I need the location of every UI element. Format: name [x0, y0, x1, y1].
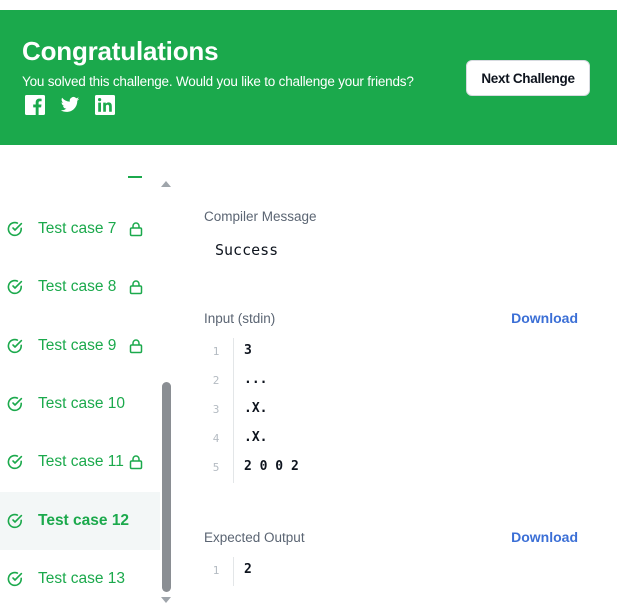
input-code-block: 1 3 2... 3 .X. 4 .X. 5 2 0 0 2: [205, 338, 575, 483]
next-challenge-button[interactable]: Next Challenge: [466, 60, 590, 96]
line-number: 4: [212, 432, 220, 445]
line-number: 1: [212, 345, 220, 358]
code-line: 5 2 0 0 2: [205, 454, 575, 483]
lock-icon: [129, 455, 143, 470]
banner-subtitle: You solved this challenge. Would you lik…: [22, 74, 414, 89]
code-line: 4 .X.: [205, 425, 575, 454]
check-circle-icon: [7, 280, 23, 295]
line-text: ...: [244, 372, 268, 387]
test-case-label: Test case 10: [38, 394, 126, 412]
banner-title: Congratulations: [22, 36, 219, 66]
sidebar-scrollbar-thumb[interactable]: [162, 382, 171, 592]
test-case-item[interactable]: Test case 12: [0, 491, 160, 550]
check-circle-icon: [7, 396, 23, 412]
scroll-down-arrow-icon[interactable]: [161, 597, 171, 603]
line-number: 1: [212, 564, 220, 577]
line-text: 2 0 0 2: [244, 459, 299, 474]
social-share-bar: [25, 95, 115, 115]
expected-output-download-link[interactable]: Download: [511, 529, 578, 545]
line-text: 2: [244, 562, 252, 577]
check-circle-icon: [7, 338, 23, 353]
test-case-item[interactable]: Test case 9: [0, 317, 160, 375]
compiler-message-text: Success: [215, 241, 279, 259]
test-case-label: Test case 13: [38, 569, 126, 587]
code-line: 12: [205, 557, 575, 586]
expected-output-code-block: 12: [205, 557, 575, 586]
linkedin-icon[interactable]: [95, 95, 115, 115]
lock-icon: [129, 280, 143, 295]
line-text: .X.: [244, 430, 268, 445]
line-number: 5: [212, 461, 220, 474]
test-case-list[interactable]: Test case 7 Test case 8 Test case 9 Test ca…: [0, 145, 175, 613]
test-case-label: Test case 7: [38, 220, 117, 237]
test-case-item[interactable]: Test case 8: [0, 258, 160, 316]
input-download-link[interactable]: Download: [511, 310, 578, 326]
congratulations-banner: Congratulations You solved this challeng…: [0, 10, 617, 145]
lock-icon: [129, 338, 143, 353]
code-line: 2...: [205, 367, 575, 396]
expected-output-label: Expected Output: [204, 530, 305, 545]
line-text: .X.: [244, 401, 268, 416]
line-number: 2: [212, 374, 220, 387]
test-case-output-panel: Compiler Message Success Input (stdin) D…: [175, 145, 617, 613]
facebook-icon[interactable]: [25, 95, 45, 115]
check-circle-icon: [7, 454, 23, 470]
code-line: 13: [205, 338, 575, 367]
scroll-up-arrow-icon[interactable]: [161, 181, 171, 187]
collapse-indicator: [128, 176, 142, 178]
test-case-item[interactable]: Test case 13: [0, 550, 160, 608]
test-case-label: Test case 11: [38, 453, 124, 471]
check-circle-icon: [7, 221, 23, 237]
test-case-item[interactable]: Test case 10: [0, 375, 160, 433]
line-text: 3: [244, 343, 252, 358]
input-label: Input (stdin): [204, 311, 276, 326]
check-circle-icon: [7, 513, 23, 528]
line-number: 3: [212, 403, 220, 416]
test-case-label: Test case 9: [38, 336, 117, 354]
test-case-item[interactable]: Test case 7: [0, 200, 160, 258]
code-line: 3 .X.: [205, 396, 575, 425]
test-case-label: Test case 8: [38, 278, 117, 296]
twitter-icon[interactable]: [60, 95, 80, 115]
check-circle-icon: [7, 571, 23, 586]
test-case-label: Test case 12: [38, 511, 130, 529]
test-case-item[interactable]: Test case 11: [0, 433, 160, 491]
compiler-message-label: Compiler Message: [204, 209, 317, 224]
lock-icon: [129, 222, 143, 237]
